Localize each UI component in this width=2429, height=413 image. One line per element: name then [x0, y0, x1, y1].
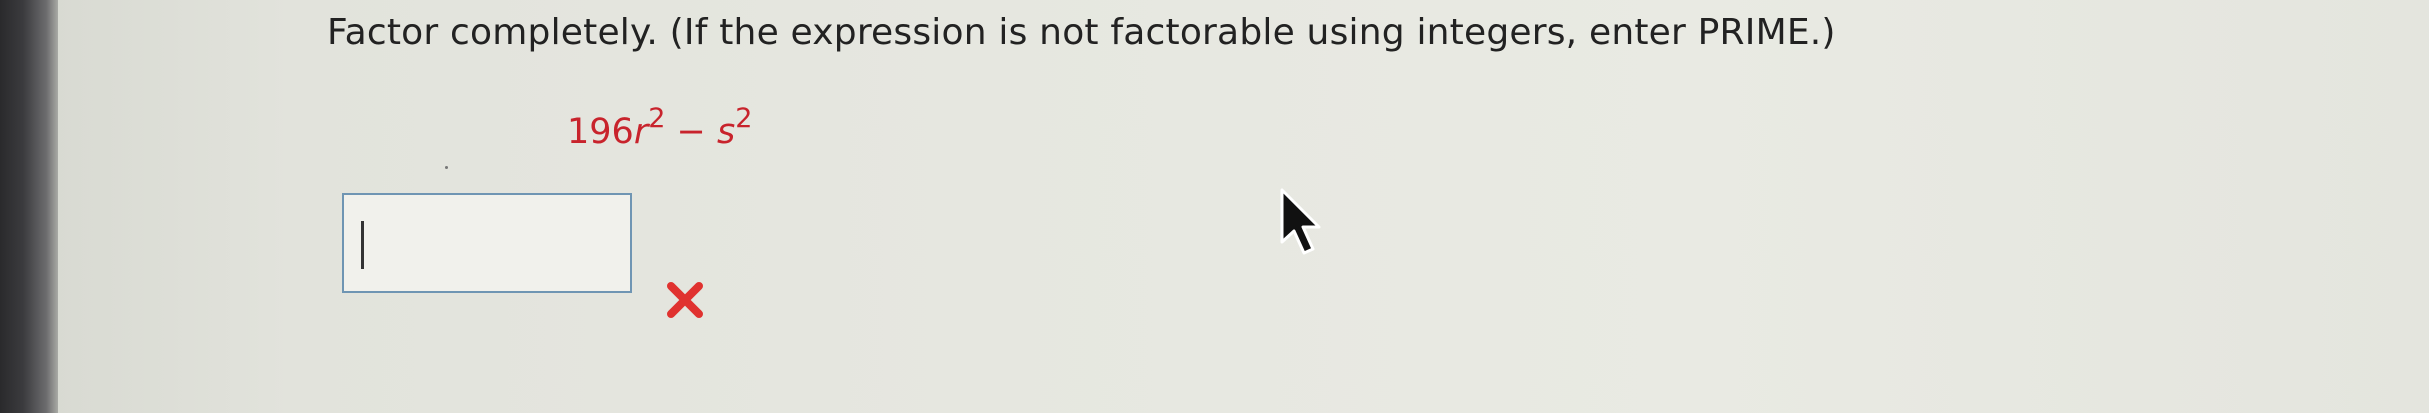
coefficient: 196: [567, 112, 634, 152]
screen-edge: [0, 0, 58, 413]
minus-operator: −: [676, 112, 706, 152]
question-prompt: Factor completely. (If the expression is…: [327, 12, 1836, 53]
variable-s: s: [717, 112, 736, 152]
variable-r: r: [633, 112, 649, 152]
mouse-pointer-icon: [1280, 188, 1321, 255]
answer-input[interactable]: [342, 193, 632, 293]
stray-dot: [445, 166, 448, 169]
math-expression: 196r2 − s2: [567, 103, 752, 152]
exponent-s: 2: [735, 103, 753, 134]
x-mark-icon: [667, 282, 703, 318]
text-caret: [361, 221, 364, 269]
exponent-r: 2: [648, 103, 666, 134]
